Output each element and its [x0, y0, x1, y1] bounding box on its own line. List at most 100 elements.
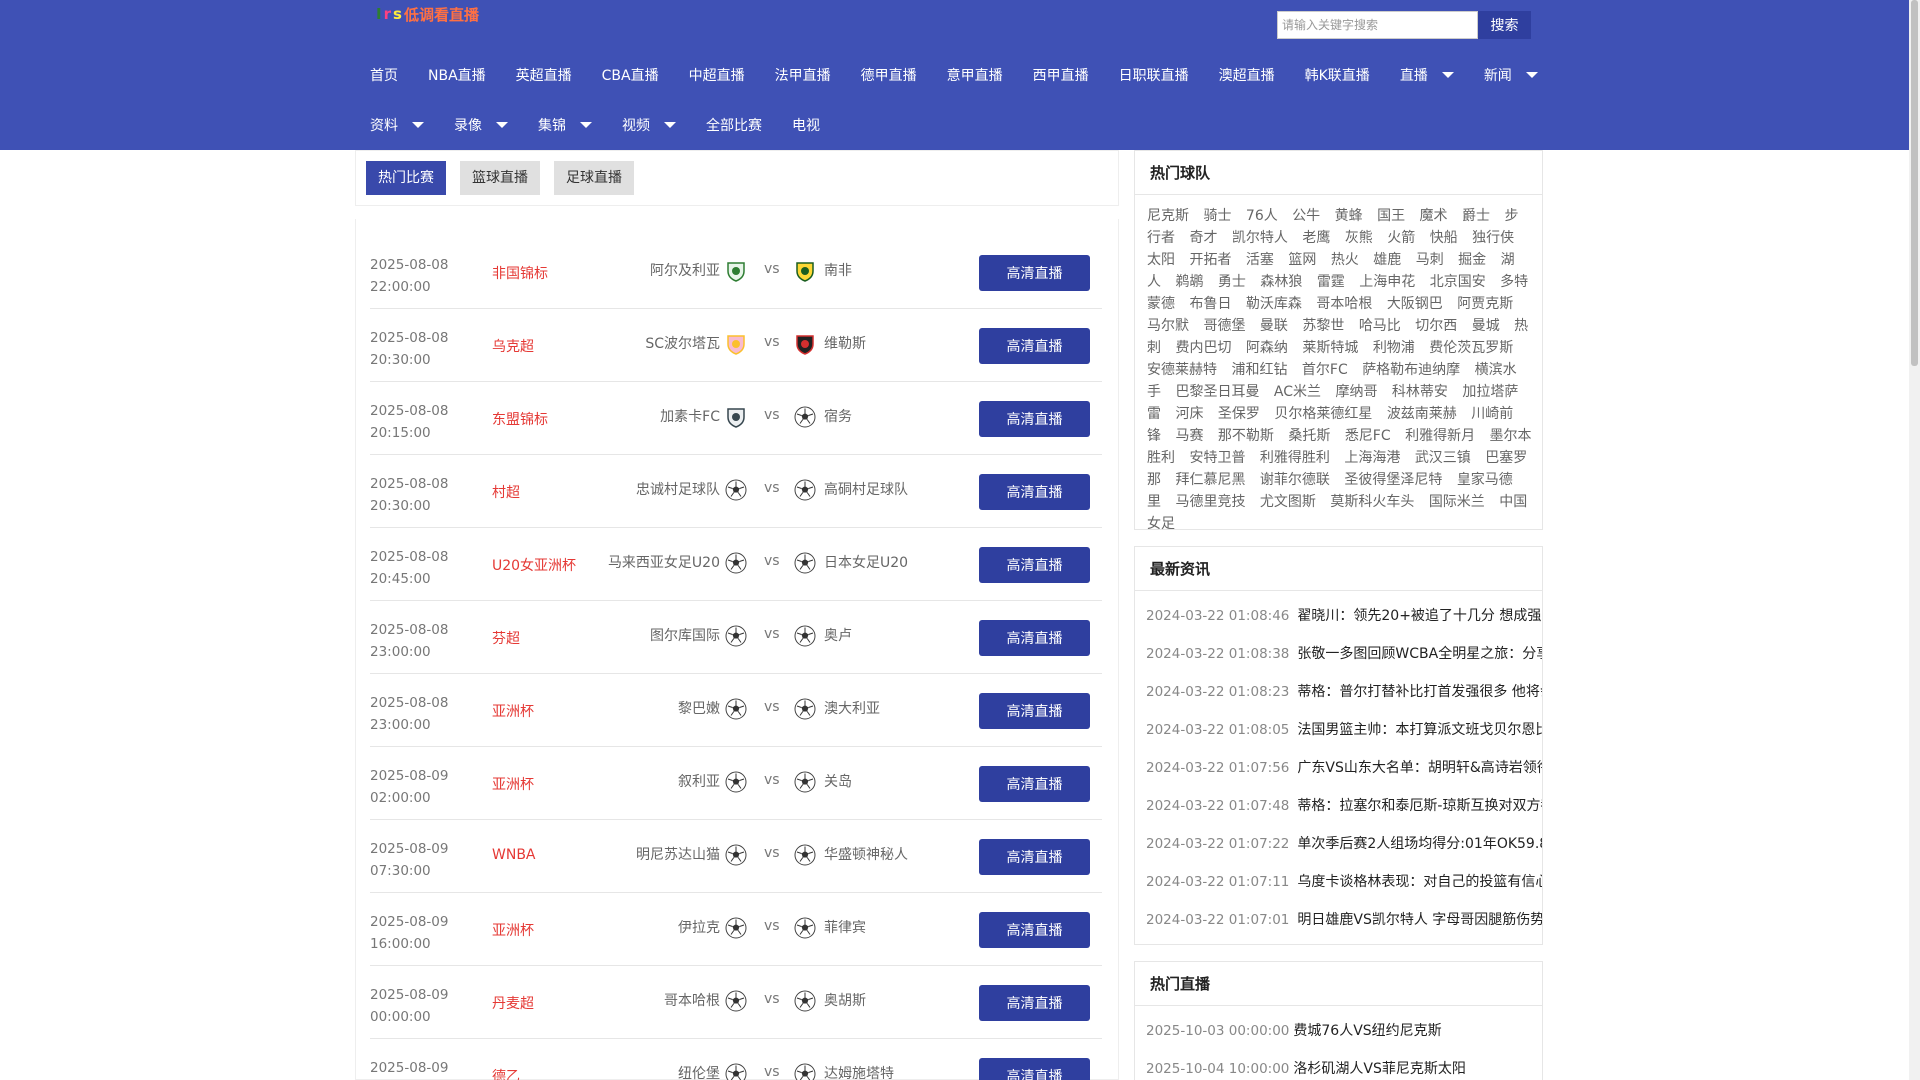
hd-live-button[interactable]: 高清直播	[979, 985, 1090, 1021]
nav-item-r1-7[interactable]: 意甲直播	[947, 64, 1003, 86]
nav-item-r2-0[interactable]: 资料	[370, 114, 424, 136]
match-league[interactable]: 亚洲杯	[492, 920, 534, 940]
hd-live-button[interactable]: 高清直播	[979, 912, 1090, 948]
news-item[interactable]: 2024-03-22 01:08:05 法国男篮主帅：本打算派文班戈贝尔恩比德同时…	[1135, 711, 1542, 749]
team-link[interactable]: 尼克斯	[1147, 208, 1189, 224]
team-link[interactable]: 悉尼FC	[1345, 428, 1391, 444]
team-link[interactable]: 武汉三镇	[1415, 450, 1471, 466]
news-title[interactable]: 法国男篮主帅：本打算派文班戈贝尔恩比德同时首发	[1297, 722, 1542, 738]
tab-basketball-live[interactable]: 篮球直播	[460, 161, 540, 195]
live-title[interactable]: 费城76人VS纽约尼克斯	[1293, 1023, 1441, 1039]
caret-down-icon[interactable]	[664, 122, 676, 128]
tab-football-live[interactable]: 足球直播	[554, 161, 634, 195]
team-link[interactable]: 桑托斯	[1288, 428, 1330, 444]
match-league[interactable]: 东盟锦标	[492, 409, 548, 429]
nav-item-r2-1[interactable]: 录像	[454, 114, 508, 136]
team-link[interactable]: 曼城	[1472, 318, 1500, 334]
tab-hot-matches[interactable]: 热门比赛	[366, 161, 446, 195]
nav-item-r2-3[interactable]: 视频	[622, 114, 676, 136]
match-league[interactable]: 非国锦标	[492, 263, 548, 283]
team-link[interactable]: 老鹰	[1302, 230, 1330, 246]
team-link[interactable]: 莱斯特城	[1302, 340, 1358, 356]
nav-item-r1-0[interactable]: 首页	[370, 64, 398, 86]
team-link[interactable]: 快船	[1430, 230, 1458, 246]
team-link[interactable]: 哈马比	[1359, 318, 1401, 334]
team-link[interactable]: 马赛	[1175, 428, 1203, 444]
team-link[interactable]: 贝尔格莱德红星	[1274, 406, 1372, 422]
team-link[interactable]: 篮网	[1288, 252, 1316, 268]
team-link[interactable]: 国王	[1377, 208, 1405, 224]
news-item[interactable]: 2024-03-22 01:08:46 翟晓川：领先20+被追了十几分 想成强队还…	[1135, 597, 1542, 635]
team-link[interactable]: 马刺	[1416, 252, 1444, 268]
team-link[interactable]: 鹈鹕	[1175, 274, 1203, 290]
team-link[interactable]: 切尔西	[1415, 318, 1457, 334]
match-league[interactable]: 德乙	[492, 1066, 520, 1080]
caret-down-icon[interactable]	[580, 122, 592, 128]
news-title[interactable]: 单次季后赛2人组场均得分:01年OK59.8分	[1297, 836, 1542, 852]
team-link[interactable]: 凯尔特人	[1232, 230, 1288, 246]
nav-item-r1-6[interactable]: 德甲直播	[861, 64, 917, 86]
hd-live-button[interactable]: 高清直播	[979, 766, 1090, 802]
news-item[interactable]: 2024-03-22 01:07:56 广东VS山东大名单：胡明轩&高诗岩领衔	[1135, 749, 1542, 787]
team-link[interactable]: 利物浦	[1373, 340, 1415, 356]
nav-item-r1-8[interactable]: 西甲直播	[1033, 64, 1089, 86]
team-link[interactable]: 费内巴切	[1175, 340, 1231, 356]
team-link[interactable]: 摩纳哥	[1335, 384, 1377, 400]
team-link[interactable]: 黄蜂	[1335, 208, 1363, 224]
team-link[interactable]: 独行侠	[1472, 230, 1514, 246]
news-title[interactable]: 明日雄鹿VS凯尔特人 字母哥因腿筋伤势出战成疑	[1297, 912, 1542, 928]
nav-item-r2-4[interactable]: 全部比赛	[706, 114, 762, 136]
team-link[interactable]: 雄鹿	[1373, 252, 1401, 268]
team-link[interactable]: 上海海港	[1344, 450, 1400, 466]
team-link[interactable]: 国际米兰	[1429, 494, 1485, 510]
page-scrollbar[interactable]	[1909, 0, 1920, 1080]
match-league[interactable]: U20女亚洲杯	[492, 555, 576, 575]
news-item[interactable]: 2024-03-22 01:07:01 明日雄鹿VS凯尔特人 字母哥因腿筋伤势出战…	[1135, 901, 1542, 939]
team-link[interactable]: 勇士	[1218, 274, 1246, 290]
nav-item-r1-10[interactable]: 澳超直播	[1219, 64, 1275, 86]
team-link[interactable]: 谢菲尔德联	[1260, 472, 1330, 488]
team-link[interactable]: 火箭	[1387, 230, 1415, 246]
team-link[interactable]: 费伦茨瓦罗斯	[1429, 340, 1513, 356]
caret-down-icon[interactable]	[1525, 72, 1538, 78]
team-link[interactable]: 曼联	[1260, 318, 1288, 334]
team-link[interactable]: 大阪钢巴	[1387, 296, 1443, 312]
nav-item-r1-1[interactable]: NBA直播	[428, 64, 486, 86]
team-link[interactable]: AC米兰	[1274, 384, 1321, 400]
caret-down-icon[interactable]	[1441, 72, 1454, 78]
hd-live-button[interactable]: 高清直播	[979, 547, 1090, 583]
team-link[interactable]: 掘金	[1458, 252, 1486, 268]
team-link[interactable]: 波兹南莱赫	[1387, 406, 1457, 422]
scrollbar-thumb[interactable]	[1911, 0, 1918, 366]
news-title[interactable]: 张敬一多图回顾WCBA全明星之旅：分享快乐	[1297, 646, 1542, 662]
team-link[interactable]: 利雅得新月	[1405, 428, 1475, 444]
hd-live-button[interactable]: 高清直播	[979, 474, 1090, 510]
team-link[interactable]: 热火	[1331, 252, 1359, 268]
team-link[interactable]: 魔术	[1420, 208, 1448, 224]
hd-live-button[interactable]: 高清直播	[979, 839, 1090, 875]
team-link[interactable]: 拜仁慕尼黑	[1175, 472, 1245, 488]
team-link[interactable]: 森林狼	[1260, 274, 1302, 290]
match-league[interactable]: 乌克超	[492, 336, 534, 356]
live-item[interactable]: 2025-10-04 10:00:00 洛杉矶湖人VS菲尼克斯太阳	[1135, 1050, 1542, 1080]
team-link[interactable]: 科林蒂安	[1392, 384, 1448, 400]
news-title[interactable]: 蒂格：普尔打替补比打首发强很多 他将会成为最佳第六人	[1297, 684, 1542, 700]
nav-item-r1-13[interactable]: 新闻	[1484, 64, 1538, 86]
hd-live-button[interactable]: 高清直播	[979, 1058, 1090, 1080]
team-link[interactable]: 爵士	[1462, 208, 1490, 224]
team-link[interactable]: 奇才	[1189, 230, 1217, 246]
nav-item-r1-12[interactable]: 直播	[1400, 64, 1454, 86]
team-link[interactable]: 雷霆	[1317, 274, 1345, 290]
team-link[interactable]: 活塞	[1246, 252, 1274, 268]
team-link[interactable]: 布鲁日	[1189, 296, 1231, 312]
team-link[interactable]: 莫斯科火车头	[1330, 494, 1414, 510]
news-title[interactable]: 蒂格：拉塞尔和泰厄斯-琼斯互换对双方都有好处	[1297, 798, 1542, 814]
team-link[interactable]: 哥德堡	[1203, 318, 1245, 334]
team-link[interactable]: 萨格勒布迪纳摩	[1362, 362, 1460, 378]
match-league[interactable]: WNBA	[492, 847, 536, 863]
nav-item-r1-3[interactable]: CBA直播	[602, 64, 659, 86]
team-link[interactable]: 开拓者	[1189, 252, 1231, 268]
live-title[interactable]: 洛杉矶湖人VS菲尼克斯太阳	[1293, 1061, 1465, 1077]
team-link[interactable]: 马德里竞技	[1175, 494, 1245, 510]
caret-down-icon[interactable]	[496, 122, 508, 128]
